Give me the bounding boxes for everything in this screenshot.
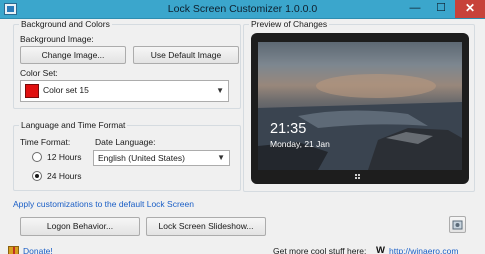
minimize-button[interactable]: — [402, 0, 428, 18]
winaero-link[interactable]: http://winaero.com [389, 246, 458, 254]
chevron-down-icon: ▼ [217, 153, 225, 162]
apply-customizations-link[interactable]: Apply customizations to the default Lock… [13, 199, 194, 209]
logon-behavior-button[interactable]: Logon Behavior... [20, 217, 140, 236]
radio-12-hours[interactable] [32, 152, 42, 162]
lock-date: Monday, 21 Jan [270, 139, 330, 149]
donate-icon [8, 246, 19, 254]
reset-button[interactable] [449, 216, 466, 233]
donate-link[interactable]: Donate! [23, 246, 53, 254]
winaero-logo-icon: W [376, 245, 385, 254]
date-language-label: Date Language: [95, 137, 156, 147]
use-default-image-button[interactable]: Use Default Image [133, 46, 239, 64]
gear-icon [452, 220, 463, 230]
chevron-down-icon: ▼ [216, 86, 224, 95]
maximize-button[interactable]: ☐ [428, 0, 454, 18]
radio-24-hours[interactable] [32, 171, 42, 181]
title-bar[interactable]: Lock Screen Customizer 1.0.0.0 — ☐ ✕ [0, 0, 485, 19]
language-time-group-title: Language and Time Format [19, 120, 128, 130]
close-button[interactable]: ✕ [455, 0, 485, 18]
background-colors-group-title: Background and Colors [19, 19, 112, 29]
seascape-image [258, 74, 462, 170]
radio-24-hours-label[interactable]: 24 Hours [47, 171, 82, 181]
lock-screen-slideshow-button[interactable]: Lock Screen Slideshow... [146, 217, 266, 236]
color-set-value: Color set 15 [43, 85, 89, 95]
background-image-label: Background Image: [20, 34, 94, 44]
time-format-label: Time Format: [20, 137, 71, 147]
date-language-dropdown[interactable]: English (United States) ▼ [93, 150, 230, 166]
radio-12-hours-label[interactable]: 12 Hours [47, 152, 82, 162]
color-swatch [25, 84, 39, 98]
lock-screen-preview: 21:35 Monday, 21 Jan [258, 42, 462, 170]
color-set-dropdown[interactable]: Color set 15 ▼ [20, 80, 229, 102]
color-set-label: Color Set: [20, 68, 58, 78]
date-language-value: English (United States) [98, 153, 185, 163]
promo-text: Get more cool stuff here: [273, 246, 367, 254]
lock-time: 21:35 [270, 121, 307, 137]
preview-group-title: Preview of Changes [249, 19, 330, 29]
windows-logo-icon [355, 174, 361, 180]
change-image-button[interactable]: Change Image... [20, 46, 126, 64]
